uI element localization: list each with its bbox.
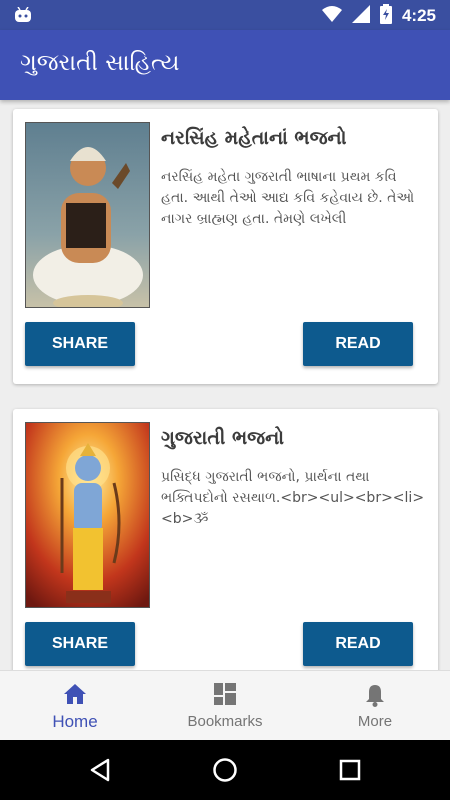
bell-icon bbox=[300, 683, 450, 709]
nav-label-more: More bbox=[357, 713, 393, 730]
nav-label-home: Home bbox=[52, 712, 98, 731]
android-icon bbox=[14, 6, 32, 27]
card-title: નરસિંહ મહેતાનાં ભજનો bbox=[161, 127, 347, 149]
card-description: નરસિંહ મહેતા ગુજરાતી ભાષાના પ્રથમ કવિ હત… bbox=[161, 169, 415, 227]
recents-icon[interactable] bbox=[335, 755, 365, 785]
card-description: પ્રસિદ્ધ ગુજરાતી ભજનો, પ્રાર્થના તથા ભક્… bbox=[161, 469, 425, 527]
content-list[interactable]: નરસિંહ મહેતાનાં ભજનો નરસિંહ મહેતા ગુજરાત… bbox=[0, 100, 450, 670]
home-icon bbox=[0, 683, 150, 709]
app-title: ગુજરાતી સાહિત્ય bbox=[20, 50, 180, 76]
card-narsinh-mehta[interactable]: નરસિંહ મહેતાનાં ભજનો નરસિંહ મહેતા ગુજરાત… bbox=[13, 109, 438, 384]
nav-label-bookmarks: Bookmarks bbox=[187, 713, 263, 730]
nav-item-home[interactable]: Home bbox=[0, 671, 150, 741]
share-button[interactable]: SHARE bbox=[25, 322, 135, 366]
read-button[interactable]: READ bbox=[303, 622, 413, 666]
wifi-icon bbox=[321, 6, 342, 26]
home-circle-icon[interactable] bbox=[210, 755, 240, 785]
status-bar: 4:25 bbox=[0, 0, 450, 30]
read-button[interactable]: READ bbox=[303, 322, 413, 366]
card-thumbnail[interactable] bbox=[25, 422, 150, 608]
system-navigation-bar bbox=[0, 740, 450, 800]
bottom-navigation: Home Bookmarks More bbox=[0, 670, 450, 740]
status-time: 4:25 bbox=[401, 6, 436, 25]
nav-item-more[interactable]: More bbox=[300, 671, 450, 741]
back-icon[interactable] bbox=[85, 755, 115, 785]
card-title: ગુજરાતી ભજનો bbox=[161, 427, 285, 449]
dashboard-icon bbox=[150, 683, 300, 709]
share-button[interactable]: SHARE bbox=[25, 622, 135, 666]
app-bar: ગુજરાતી સાહિત્ય bbox=[0, 30, 450, 100]
nav-item-bookmarks[interactable]: Bookmarks bbox=[150, 671, 300, 741]
signal-icon bbox=[351, 5, 370, 27]
battery-charging-icon bbox=[379, 4, 392, 28]
card-thumbnail[interactable] bbox=[25, 122, 150, 308]
card-gujarati-bhajano[interactable]: ગુજરાતી ભજનો પ્રસિદ્ધ ગુજરાતી ભજનો, પ્રા… bbox=[13, 409, 438, 670]
